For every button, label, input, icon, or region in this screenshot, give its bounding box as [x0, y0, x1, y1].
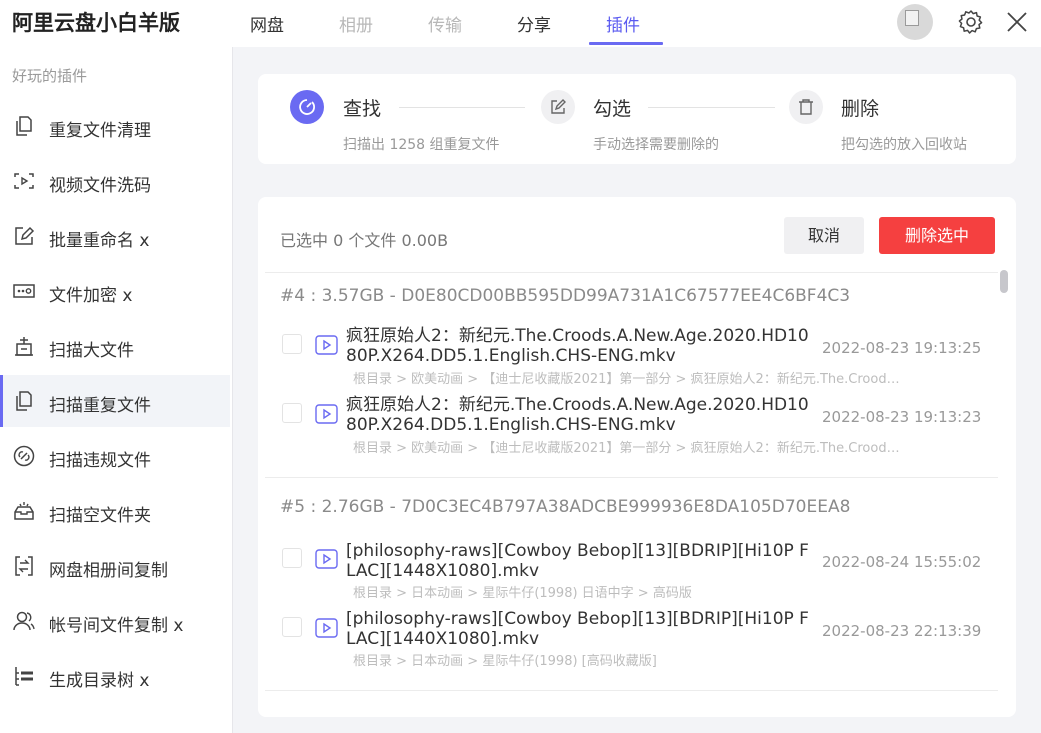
transfer-icon	[12, 554, 36, 578]
group-divider	[265, 477, 998, 478]
gear-icon[interactable]	[957, 8, 985, 36]
sidebar-item-batch-rename[interactable]: 批量重命名 x	[0, 210, 230, 262]
sidebar-item-label: 重复文件清理	[49, 121, 151, 141]
sidebar-item-duplicate-cleanup[interactable]: 重复文件清理	[0, 100, 230, 152]
delete-selected-button[interactable]: 删除选中	[879, 217, 995, 254]
file-name[interactable]: 疯狂原始人2：新纪元.The.Croods.A.New.Age.2020.HD1…	[346, 326, 816, 366]
file-time: 2022-08-24 15:55:02	[822, 553, 982, 571]
edit-icon	[12, 224, 36, 248]
step-connector	[648, 107, 775, 108]
sidebar-item-label: 文件加密 x	[49, 286, 133, 306]
tab-album[interactable]: 相册	[339, 11, 373, 36]
step-select-title: 勾选	[593, 98, 632, 120]
copy-file-icon	[12, 114, 36, 138]
active-tab-indicator	[589, 42, 663, 45]
password-icon	[12, 279, 36, 303]
file-checkbox[interactable]	[282, 403, 302, 423]
close-icon[interactable]	[1003, 8, 1031, 36]
tab-share[interactable]: 分享	[517, 11, 551, 36]
list-scrollbar[interactable]	[1000, 270, 1008, 733]
file-path: 根目录 > 日本动画 > 星际牛仔(1998) 日语中字 > 高码版	[353, 586, 692, 601]
sidebar-item-video-recode[interactable]: 视频文件洗码	[0, 155, 230, 207]
sidebar-item-label: 扫描违规文件	[49, 451, 151, 471]
sidebar-item-label: 生成目录树 x	[49, 671, 150, 691]
sidebar-item-scan-violations[interactable]: 扫描违规文件	[0, 430, 230, 482]
sidebar-item-scan-large-files[interactable]: 扫描大文件	[0, 320, 230, 372]
file-time: 2022-08-23 19:13:25	[822, 339, 982, 357]
sidebar-item-scan-empty-folders[interactable]: 扫描空文件夹	[0, 485, 230, 537]
duplicate-list: #4 : 3.57GB - D0E80CD00BB595DD99A731A1C6…	[265, 272, 998, 717]
file-checkbox[interactable]	[282, 334, 302, 354]
file-time: 2022-08-23 22:13:39	[822, 622, 982, 640]
file-path: 根目录 > 欧美动画 > 【迪士尼收藏版2021】第一部分 > 疯狂原始人2：新…	[353, 441, 901, 456]
file-checkbox[interactable]	[282, 617, 302, 637]
sidebar-item-file-encrypt[interactable]: 文件加密 x	[0, 265, 230, 317]
step-connector	[399, 107, 525, 108]
video-file-icon	[315, 404, 338, 424]
step-find-desc: 扫描出 1258 组重复文件	[343, 137, 500, 153]
server-icon	[12, 334, 36, 358]
sidebar: 好玩的插件 重复文件清理 视频文件洗码 批量重命名 x 文件加密 x 扫描大文件	[0, 47, 233, 733]
sidebar-item-directory-tree[interactable]: 生成目录树 x	[0, 650, 230, 702]
step-delete-desc: 把勾选的放入回收站	[841, 137, 967, 153]
tree-list-icon	[12, 664, 36, 688]
sidebar-item-album-copy[interactable]: 网盘相册间复制	[0, 540, 230, 592]
duplicate-list-card: 已选中 0 个文件 0.00B 取消 删除选中 #4 : 3.57GB - D0…	[258, 197, 1016, 717]
file-checkbox[interactable]	[282, 548, 302, 568]
file-path: 根目录 > 欧美动画 > 【迪士尼收藏版2021】第一部分 > 疯狂原始人2：新…	[353, 372, 901, 387]
sidebar-item-label: 视频文件洗码	[49, 176, 151, 196]
group-header: #4 : 3.57GB - D0E80CD00BB595DD99A731A1C6…	[280, 286, 851, 306]
file-path: 根目录 > 日本动画 > 星际牛仔(1998) [高码收藏版]	[353, 654, 657, 669]
avatar-broken-image-icon	[905, 10, 919, 26]
sidebar-heading: 好玩的插件	[12, 67, 88, 85]
tab-plugins[interactable]: 插件	[606, 11, 640, 36]
trash-icon	[789, 90, 823, 124]
file-name[interactable]: [philosophy-raws][Cowboy Bebop][13][BDRI…	[346, 541, 816, 581]
copy-file-icon	[12, 389, 36, 413]
video-file-icon	[315, 335, 338, 355]
edit-icon	[541, 90, 575, 124]
steps-card: 查找 扫描出 1258 组重复文件 勾选 手动选择需要删除的 删除 把勾选的放入…	[258, 74, 1016, 164]
avatar[interactable]	[897, 4, 933, 40]
sidebar-item-label: 批量重命名 x	[49, 231, 150, 251]
sidebar-item-label: 网盘相册间复制	[49, 561, 168, 581]
file-name[interactable]: 疯狂原始人2：新纪元.The.Croods.A.New.Age.2020.HD1…	[346, 395, 816, 435]
users-icon	[12, 609, 36, 633]
search-icon	[290, 90, 324, 124]
tab-netdisk[interactable]: 网盘	[250, 11, 284, 36]
sidebar-item-label: 扫描大文件	[49, 341, 134, 361]
step-find-title: 查找	[343, 98, 382, 120]
group-divider	[265, 690, 998, 691]
empty-box-icon	[12, 499, 36, 523]
selection-info: 已选中 0 个文件 0.00B	[280, 231, 449, 250]
app-title: 阿里云盘小白羊版	[12, 11, 180, 35]
link-icon	[12, 444, 36, 468]
group-divider	[265, 272, 998, 273]
file-time: 2022-08-23 19:13:23	[822, 408, 982, 426]
video-scan-icon	[12, 169, 36, 193]
tab-transfer[interactable]: 传输	[428, 11, 462, 36]
top-bar: 阿里云盘小白羊版 网盘 相册 传输 分享 插件	[0, 0, 1041, 47]
video-file-icon	[315, 549, 338, 569]
step-delete-title: 删除	[841, 98, 880, 120]
step-select-desc: 手动选择需要删除的	[593, 137, 719, 153]
cancel-button[interactable]: 取消	[784, 217, 864, 254]
video-file-icon	[315, 618, 338, 638]
sidebar-item-label: 扫描重复文件	[49, 396, 151, 416]
group-header: #5 : 2.76GB - 7D0C3EC4B797A38ADCBE999936…	[280, 497, 851, 517]
scrollbar-thumb[interactable]	[1000, 270, 1008, 293]
sidebar-item-label: 帐号间文件复制 x	[49, 616, 184, 636]
main-panel: 查找 扫描出 1258 组重复文件 勾选 手动选择需要删除的 删除 把勾选的放入…	[233, 47, 1041, 733]
sidebar-item-label: 扫描空文件夹	[49, 506, 151, 526]
sidebar-item-account-copy[interactable]: 帐号间文件复制 x	[0, 595, 230, 647]
sidebar-item-scan-duplicates[interactable]: 扫描重复文件	[0, 375, 230, 427]
file-name[interactable]: [philosophy-raws][Cowboy Bebop][13][BDRI…	[346, 609, 816, 649]
